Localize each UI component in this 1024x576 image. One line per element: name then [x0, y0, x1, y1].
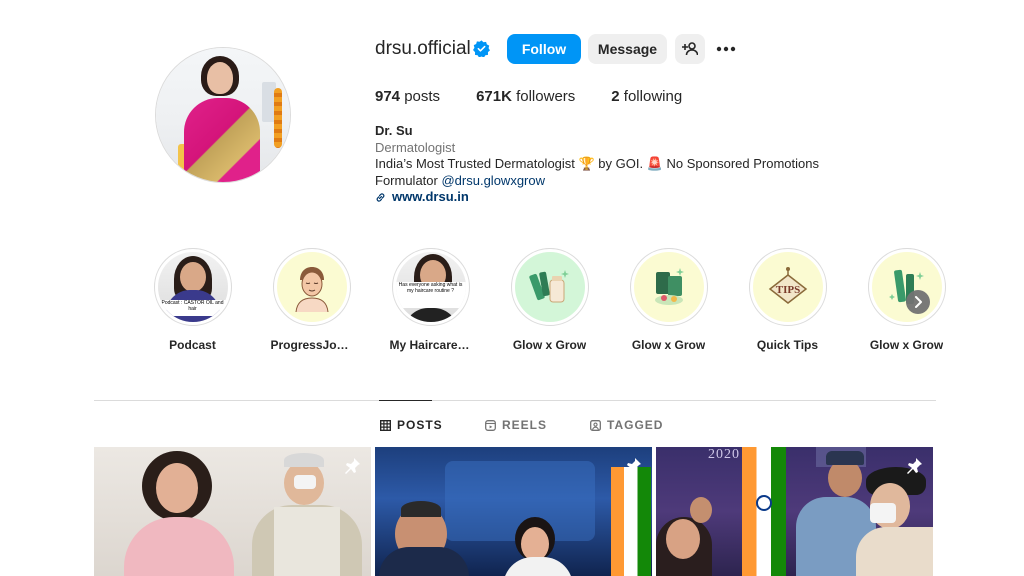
tips-sign-icon: TIPS	[768, 267, 807, 304]
tab-posts[interactable]: POSTS	[380, 418, 443, 432]
svg-text:TIPS: TIPS	[775, 284, 799, 296]
active-tab-indicator	[379, 400, 432, 401]
post-thumbnail[interactable]	[94, 447, 371, 576]
verified-badge-icon	[473, 40, 490, 57]
face-sketch-icon	[295, 267, 328, 312]
profile-bio: Dr. Su Dermatologist India’s Most Truste…	[375, 123, 819, 206]
followers-stat[interactable]: 671K followers	[476, 88, 575, 105]
follow-button[interactable]: Follow	[507, 34, 581, 64]
following-stat[interactable]: 2 following	[611, 88, 682, 105]
website-link[interactable]: www.drsu.in	[375, 189, 819, 206]
highlight-label: Glow x Grow	[631, 338, 706, 352]
highlight-label: My Haircare💜	[389, 338, 472, 352]
highlights-next-button[interactable]	[906, 290, 930, 314]
reels-icon	[485, 419, 496, 431]
more-options-button[interactable]	[710, 34, 742, 64]
highlight-label: Glow x Grow	[869, 338, 944, 352]
highlight-cover: Has everyone asking what is my haircare …	[395, 252, 466, 322]
post-year-text: 2020	[708, 447, 740, 462]
tabs-divider	[94, 400, 936, 401]
tab-tagged[interactable]: TAGGED	[590, 418, 663, 432]
highlight-item[interactable]: ProgressJour...	[252, 248, 371, 352]
pin-icon	[907, 458, 922, 474]
highlight-label: ProgressJour...	[270, 338, 353, 352]
add-user-icon	[682, 42, 698, 56]
highlight-cover	[276, 252, 347, 322]
link-icon	[376, 193, 385, 202]
highlight-item[interactable]: Podcast : CASTOR OIL and hair Podcast	[133, 248, 252, 352]
highlight-cover	[633, 252, 704, 322]
highlight-cover	[514, 252, 585, 322]
tab-reels[interactable]: REELS	[485, 418, 547, 432]
more-dots-icon	[716, 46, 736, 52]
story-highlights: Podcast : CASTOR OIL and hair Podcast Pr…	[133, 248, 966, 352]
tagged-icon	[590, 419, 601, 431]
bio-formulator-line: Formulator @drsu.glowxgrow	[375, 172, 545, 188]
highlight-item[interactable]: Glow x Grow	[609, 248, 728, 352]
chevron-right-icon	[915, 296, 922, 308]
highlight-cover: Podcast : CASTOR OIL and hair	[157, 252, 228, 322]
highlight-item[interactable]: TIPS Quick Tips	[728, 248, 847, 352]
highlight-label: Quick Tips	[756, 338, 819, 352]
highlight-item[interactable]: Has everyone asking what is my haircare …	[371, 248, 490, 352]
profile-avatar[interactable]	[155, 47, 291, 183]
message-button[interactable]: Message	[588, 34, 667, 64]
pin-icon	[626, 458, 641, 474]
highlight-item[interactable]: Glow x Grow	[490, 248, 609, 352]
highlight-cover	[871, 252, 942, 322]
bio-line: India’s Most Trusted Dermatologist 🏆 by …	[375, 156, 819, 171]
profile-name: Dr. Su	[375, 123, 413, 138]
pin-icon	[345, 458, 360, 474]
products-icon	[654, 268, 684, 305]
profile-username: drsu.official	[375, 38, 471, 59]
products-icon	[528, 270, 569, 303]
highlight-label: Podcast	[169, 338, 216, 352]
avatar-photo	[156, 48, 290, 182]
post-thumbnail[interactable]	[375, 447, 652, 576]
highlight-label: Glow x Grow	[512, 338, 587, 352]
highlight-cover: TIPS	[752, 252, 823, 322]
profile-category: Dermatologist	[375, 139, 456, 155]
grid-icon	[380, 419, 391, 431]
posts-stat: 974 posts	[375, 88, 441, 105]
post-thumbnail[interactable]: 2020	[656, 447, 933, 576]
suggested-accounts-button[interactable]	[675, 34, 705, 64]
profile-stats: 974 posts 671K followers 2 following	[375, 88, 718, 105]
bio-mention-link[interactable]: @drsu.glowxgrow	[441, 173, 545, 188]
